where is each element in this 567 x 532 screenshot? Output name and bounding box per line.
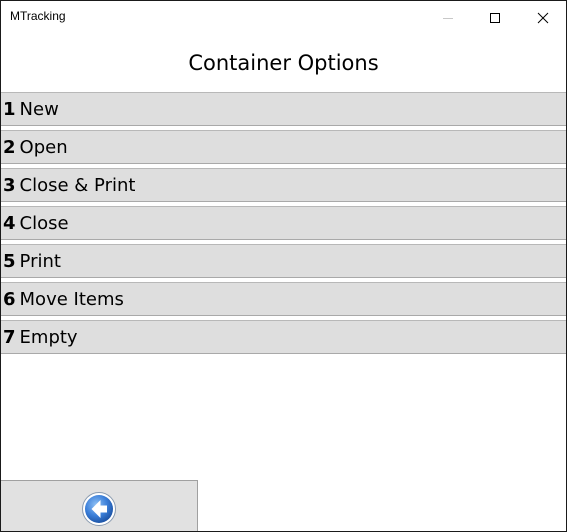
menu-item-new[interactable]: 1 New xyxy=(1,92,566,126)
menu-item-label: Close xyxy=(19,212,69,234)
back-arrow-icon xyxy=(82,492,116,526)
maximize-icon xyxy=(490,13,500,23)
menu-item-number: 6 xyxy=(3,288,16,310)
menu-item-number: 3 xyxy=(3,174,16,196)
menu-item-close[interactable]: 4 Close xyxy=(1,206,566,240)
menu-item-label: New xyxy=(19,98,59,120)
menu-item-label: Print xyxy=(19,250,61,272)
window-title: MTracking xyxy=(10,9,66,23)
menu-item-number: 7 xyxy=(3,326,16,348)
menu-item-label: Empty xyxy=(19,326,78,348)
menu-item-print[interactable]: 5 Print xyxy=(1,244,566,278)
maximize-button[interactable] xyxy=(472,1,518,35)
app-window: MTracking Container Options 1 New 2 Open xyxy=(0,0,567,532)
page-title: Container Options xyxy=(188,51,379,75)
menu-item-number: 5 xyxy=(3,250,16,272)
menu-item-label: Move Items xyxy=(19,288,124,310)
minimize-icon xyxy=(443,18,453,19)
menu-item-number: 2 xyxy=(3,136,16,158)
menu-item-empty[interactable]: 7 Empty xyxy=(1,320,566,354)
menu-item-label: Open xyxy=(19,136,68,158)
back-button[interactable] xyxy=(1,480,198,531)
close-button[interactable] xyxy=(520,1,566,35)
menu-item-number: 4 xyxy=(3,212,16,234)
minimize-button[interactable] xyxy=(425,1,471,35)
menu-item-move-items[interactable]: 6 Move Items xyxy=(1,282,566,316)
close-icon xyxy=(537,12,549,24)
menu-item-close-print[interactable]: 3 Close & Print xyxy=(1,168,566,202)
menu-item-number: 1 xyxy=(3,98,16,120)
title-bar[interactable]: MTracking xyxy=(1,1,566,35)
container-options-menu: 1 New 2 Open 3 Close & Print 4 Close 5 P… xyxy=(1,92,566,358)
menu-item-label: Close & Print xyxy=(19,174,136,196)
menu-item-open[interactable]: 2 Open xyxy=(1,130,566,164)
